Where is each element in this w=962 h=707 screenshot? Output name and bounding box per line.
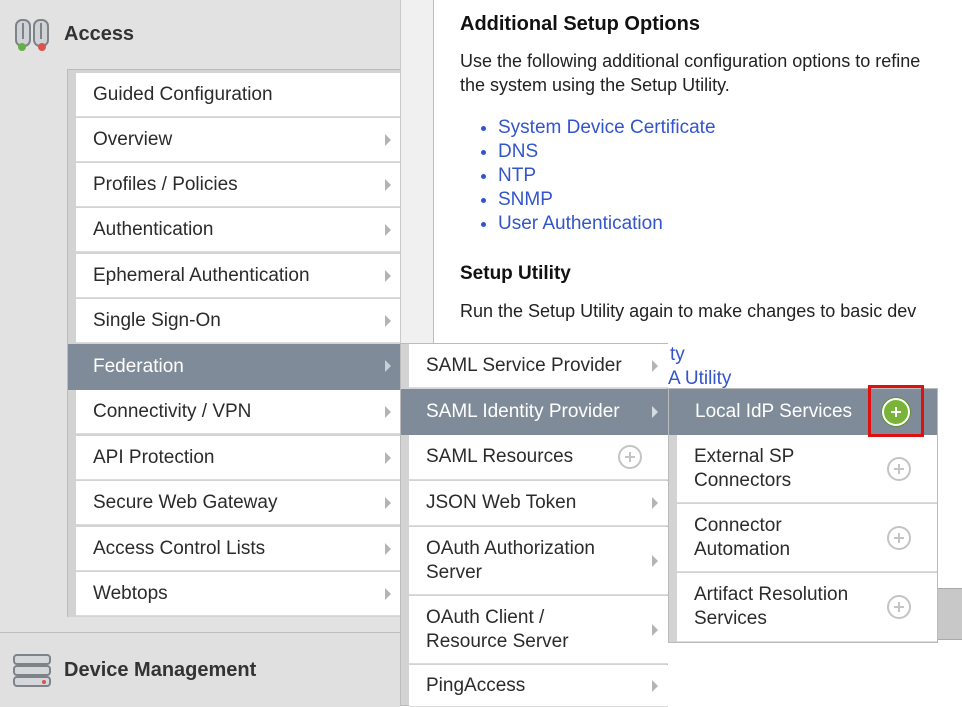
menu-item-label: SAML Resources	[426, 446, 574, 467]
menu-item-overview[interactable]: Overview	[76, 118, 401, 162]
setup-utility-link-partial[interactable]: ty	[670, 344, 685, 366]
menu-item-guided-configuration[interactable]: Guided Configuration	[76, 73, 401, 117]
link-user-authentication[interactable]: User Authentication	[498, 213, 663, 234]
add-circle-icon[interactable]	[618, 445, 642, 469]
menu-item-label: Authentication	[93, 218, 214, 240]
menu-item-label: JSON Web Token	[426, 492, 577, 513]
menu-item-connectivity-vpn[interactable]: Connectivity / VPN	[76, 390, 401, 434]
menu-item-json-web-token[interactable]: JSON Web Token	[409, 481, 668, 526]
menu-item-secure-web-gateway[interactable]: Secure Web Gateway	[76, 481, 401, 525]
menu-item-label: OAuth Client / Resource Server	[426, 606, 569, 652]
menu-item-label: Profiles / Policies	[93, 173, 238, 195]
additional-setup-text-line1: Use the following additional configurati…	[460, 51, 921, 71]
menu-item-label: Guided Configuration	[93, 83, 273, 105]
menu-item-label: SAML Identity Provider	[426, 401, 620, 422]
menu-item-label: Local IdP Services	[695, 401, 853, 422]
chevron-right-icon	[385, 543, 391, 555]
menu-item-external-sp-connectors[interactable]: External SP Connectors	[677, 435, 937, 503]
sidebar: Access Guided Configuration Overview Pro…	[0, 0, 401, 707]
server-icon	[12, 650, 52, 690]
menu-item-oauth-authorization-server[interactable]: OAuth Authorization Server	[409, 527, 668, 595]
access-menu: Guided Configuration Overview Profiles /…	[67, 69, 401, 617]
access-section-label: Access	[64, 22, 135, 45]
setup-links-list: System Device Certificate DNS NTP SNMP U…	[478, 116, 716, 236]
chevron-right-icon	[385, 588, 391, 600]
access-icon	[12, 14, 52, 54]
menu-item-webtops[interactable]: Webtops	[76, 572, 401, 616]
menu-item-label: Single Sign-On	[93, 309, 221, 331]
menu-item-saml-identity-provider[interactable]: SAML Identity Provider	[401, 389, 668, 435]
menu-item-label: Connector Automation	[694, 514, 791, 560]
link-system-device-certificate[interactable]: System Device Certificate	[498, 117, 716, 138]
menu-item-profiles-policies[interactable]: Profiles / Policies	[76, 163, 401, 207]
menu-item-label: SAML Service Provider	[426, 354, 622, 376]
menu-item-api-protection[interactable]: API Protection	[76, 436, 401, 480]
menu-item-pingaccess[interactable]: PingAccess	[409, 665, 668, 707]
menu-item-label: PingAccess	[426, 674, 526, 696]
device-management-label: Device Management	[64, 658, 257, 681]
chevron-right-icon	[385, 406, 391, 418]
menu-item-authentication[interactable]: Authentication	[76, 208, 401, 252]
add-circle-icon[interactable]	[887, 595, 911, 619]
chevron-right-icon	[652, 680, 658, 692]
setup-utility-link-partial-2[interactable]: A Utility	[668, 368, 731, 390]
menu-item-federation[interactable]: Federation	[68, 344, 401, 390]
chevron-right-icon	[385, 270, 391, 282]
chevron-right-icon	[652, 624, 658, 636]
access-section-header[interactable]: Access	[0, 0, 400, 68]
menu-item-access-control-lists[interactable]: Access Control Lists	[76, 527, 401, 571]
menu-item-label: API Protection	[93, 446, 215, 468]
highlight-annotation	[868, 385, 924, 437]
chevron-right-icon	[385, 134, 391, 146]
chevron-right-icon	[652, 497, 658, 509]
setup-utility-text: Run the Setup Utility again to make chan…	[460, 301, 917, 321]
chevron-right-icon	[385, 452, 391, 464]
chevron-right-icon	[385, 360, 391, 372]
menu-item-label: Secure Web Gateway	[93, 491, 278, 513]
menu-item-label: Federation	[93, 356, 184, 377]
chevron-right-icon	[652, 406, 658, 418]
content-button-edge	[936, 588, 962, 640]
link-snmp[interactable]: SNMP	[498, 189, 553, 210]
menu-item-label: Ephemeral Authentication	[93, 264, 310, 286]
menu-item-label: Webtops	[93, 582, 168, 604]
setup-utility-title: Setup Utility	[460, 263, 571, 284]
additional-setup-title: Additional Setup Options	[460, 13, 700, 35]
chevron-right-icon	[385, 179, 391, 191]
menu-item-saml-resources[interactable]: SAML Resources	[409, 435, 668, 480]
chevron-right-icon	[385, 315, 391, 327]
add-circle-icon[interactable]	[887, 526, 911, 550]
link-dns[interactable]: DNS	[498, 141, 538, 162]
menu-item-oauth-client-resource-server[interactable]: OAuth Client / Resource Server	[409, 596, 668, 664]
menu-item-label: External SP Connectors	[694, 445, 794, 491]
menu-item-label: Artifact Resolution Services	[694, 584, 849, 629]
chevron-right-icon	[652, 360, 658, 372]
menu-item-label: Overview	[93, 128, 173, 150]
menu-item-single-sign-on[interactable]: Single Sign-On	[76, 299, 401, 343]
menu-item-label: Connectivity / VPN	[93, 400, 252, 422]
additional-setup-text-line2: the system using the Setup Utility.	[460, 75, 730, 95]
chevron-right-icon	[652, 555, 658, 567]
federation-flyout-menu: SAML Service Provider SAML Identity Prov…	[400, 343, 668, 707]
menu-item-saml-service-provider[interactable]: SAML Service Provider	[409, 344, 668, 388]
menu-item-connector-automation[interactable]: Connector Automation	[677, 504, 937, 572]
chevron-right-icon	[385, 497, 391, 509]
chevron-right-icon	[385, 224, 391, 236]
device-management-section-header[interactable]: Device Management	[0, 632, 400, 707]
menu-item-artifact-resolution-services[interactable]: Artifact Resolution Services	[677, 573, 937, 642]
menu-item-label: Access Control Lists	[93, 537, 266, 559]
menu-item-label: OAuth Authorization Server	[426, 537, 595, 583]
add-circle-icon[interactable]	[887, 457, 911, 481]
link-ntp[interactable]: NTP	[498, 165, 536, 186]
menu-item-ephemeral-authentication[interactable]: Ephemeral Authentication	[76, 254, 401, 298]
